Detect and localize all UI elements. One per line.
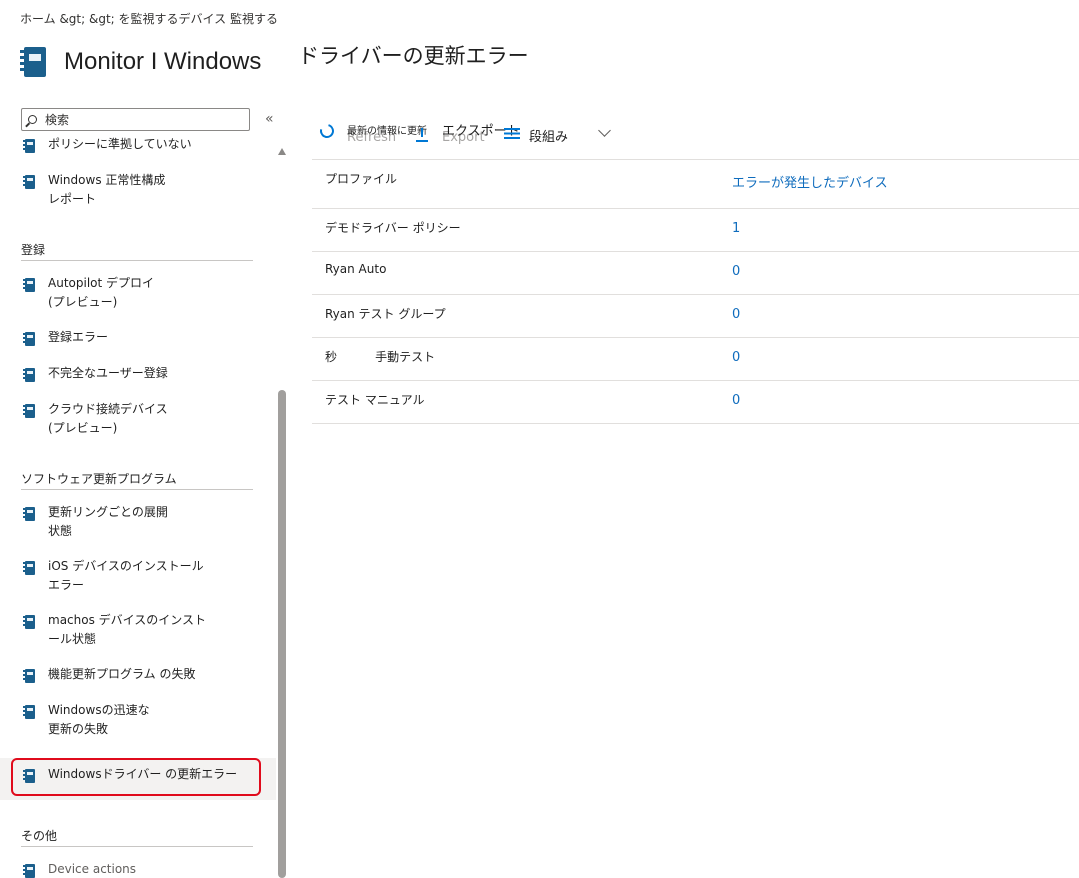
sidebar-item-enrollment-failures[interactable]: 登録エラー: [0, 330, 276, 367]
sidebar-item-label: 機能更新プログラム の失敗: [48, 667, 196, 681]
table-row[interactable]: テスト マニュアル 0: [312, 381, 1079, 424]
table-row[interactable]: 秒 手動テスト 0: [312, 338, 1079, 381]
section-title-software-updates: ソフトウェア更新プログラム: [21, 472, 177, 486]
sidebar: ポリシーに準拠していない Windows 正常性構成 レポート 登録 Autop…: [0, 134, 276, 878]
collapse-sidebar-button[interactable]: «: [265, 110, 274, 128]
table-row[interactable]: Ryan Auto 0: [312, 252, 1079, 295]
notebook-icon: [23, 278, 35, 292]
sidebar-item-label: Windowsドライバー の更新エラー: [48, 767, 238, 781]
columns-button[interactable]: 段組み: [529, 126, 568, 145]
page-header: Monitor I Windows: [20, 44, 261, 80]
table-row[interactable]: Ryan テスト グループ 0: [312, 295, 1079, 338]
sidebar-item-label: Windowsの迅速な 更新の失敗: [48, 703, 150, 736]
sidebar-item-device-actions[interactable]: Device actions: [0, 862, 276, 878]
app-title: Monitor I Windows: [64, 48, 262, 75]
sidebar-item-label: 更新リングごとの展開 状態: [48, 505, 168, 538]
column-header-devices-with-errors[interactable]: エラーが発生したデバイス: [732, 172, 888, 191]
export-icon[interactable]: [416, 128, 428, 142]
sidebar-item-label: Windows 正常性構成 レポート: [48, 173, 166, 206]
scrollbar-thumb[interactable]: [278, 390, 286, 878]
sidebar-item-label: ポリシーに準拠していない: [48, 137, 192, 151]
refresh-icon[interactable]: [317, 121, 337, 141]
refresh-button[interactable]: 最新の情報に更新: [347, 122, 427, 137]
profile-cell: Ryan テスト グループ: [325, 307, 446, 321]
devices-count-link[interactable]: 0: [732, 350, 740, 365]
divider: [21, 260, 253, 261]
sidebar-item-label: 不完全なユーザー登録: [48, 366, 168, 380]
search-input[interactable]: [45, 112, 225, 127]
notebook-icon: [23, 561, 35, 575]
notebook-icon: [23, 404, 35, 418]
profile-cell: 秒 手動テスト: [325, 350, 436, 364]
toolbar: Refresh 最新の情報に更新 Export エクスポート 段組み: [317, 120, 620, 150]
notebook-icon: [23, 332, 35, 346]
search-box[interactable]: [21, 108, 250, 131]
chevron-down-icon[interactable]: [598, 124, 611, 137]
sidebar-item-label: Device actions: [48, 862, 137, 876]
columns-icon[interactable]: [504, 128, 520, 139]
sidebar-item-windows-health-report[interactable]: Windows 正常性構成 レポート: [0, 173, 276, 228]
column-header-profile[interactable]: プロファイル: [325, 170, 397, 187]
sidebar-item-driver-update-failures[interactable]: Windowsドライバー の更新エラー: [0, 758, 276, 800]
profile-cell: Ryan Auto: [325, 262, 387, 276]
sidebar-item-noncompliant-policy[interactable]: ポリシーに準拠していない: [0, 137, 276, 174]
sidebar-item-label: クラウド接続デバイス (プレビュー): [48, 402, 168, 435]
devices-count-link[interactable]: 1: [732, 221, 740, 236]
devices-count-link[interactable]: 0: [732, 393, 740, 408]
notebook-icon: [23, 669, 35, 683]
results-table: プロファイル エラーが発生したデバイス デモドライバー ポリシー 1 Ryan …: [312, 159, 1079, 424]
profile-cell: テスト マニュアル: [325, 393, 425, 407]
notebook-icon: [23, 139, 35, 153]
sidebar-item-update-ring-status[interactable]: 更新リングごとの展開 状態: [0, 505, 276, 560]
scroll-up-arrow-icon[interactable]: [278, 148, 286, 155]
sidebar-item-feature-update-failures[interactable]: 機能更新プログラム の失敗: [0, 667, 276, 704]
sidebar-item-expedited-update-failures[interactable]: Windowsの迅速な 更新の失敗: [0, 703, 276, 758]
sidebar-item-macos-install-status[interactable]: machos デバイスのインスト ール状態: [0, 613, 276, 668]
notebook-icon: [23, 705, 35, 719]
sidebar-scrollbar[interactable]: [278, 148, 287, 878]
divider: [21, 489, 253, 490]
divider: [21, 846, 253, 847]
notebook-icon: [23, 175, 35, 189]
sidebar-item-autopilot[interactable]: Autopilot デプロイ (プレビュー): [0, 276, 276, 331]
devices-count-link[interactable]: 0: [732, 264, 740, 279]
notebook-icon: [23, 615, 35, 629]
notebook-icon: [23, 769, 35, 783]
sidebar-item-label: machos デバイスのインスト ール状態: [48, 613, 207, 646]
sidebar-item-cloud-attached-devices[interactable]: クラウド接続デバイス (プレビュー): [0, 402, 276, 457]
search-icon: [28, 115, 37, 124]
section-title-enrollment: 登録: [21, 243, 46, 257]
sidebar-item-label: iOS デバイスのインストール エラー: [48, 559, 204, 592]
table-row[interactable]: デモドライバー ポリシー 1: [312, 209, 1079, 252]
notebook-icon: [23, 864, 35, 878]
profile-cell: デモドライバー ポリシー: [325, 221, 461, 235]
devices-count-link[interactable]: 0: [732, 307, 740, 322]
breadcrumb[interactable]: ホーム &gt; &gt; を監視するデバイス 監視する: [20, 10, 278, 27]
sidebar-item-ios-install-failures[interactable]: iOS デバイスのインストール エラー: [0, 559, 276, 614]
notebook-icon: [23, 368, 35, 382]
sidebar-item-label: 登録エラー: [48, 330, 109, 344]
notebook-icon: [23, 507, 35, 521]
sidebar-item-incomplete-enrollments[interactable]: 不完全なユーザー登録: [0, 366, 276, 403]
table-header-row: プロファイル エラーが発生したデバイス: [312, 159, 1079, 209]
notebook-icon: [20, 47, 46, 77]
sidebar-item-label: Autopilot デプロイ (プレビュー): [48, 276, 155, 309]
section-title-other: その他: [21, 829, 58, 843]
page-title: ドライバーの更新エラー: [298, 44, 529, 68]
